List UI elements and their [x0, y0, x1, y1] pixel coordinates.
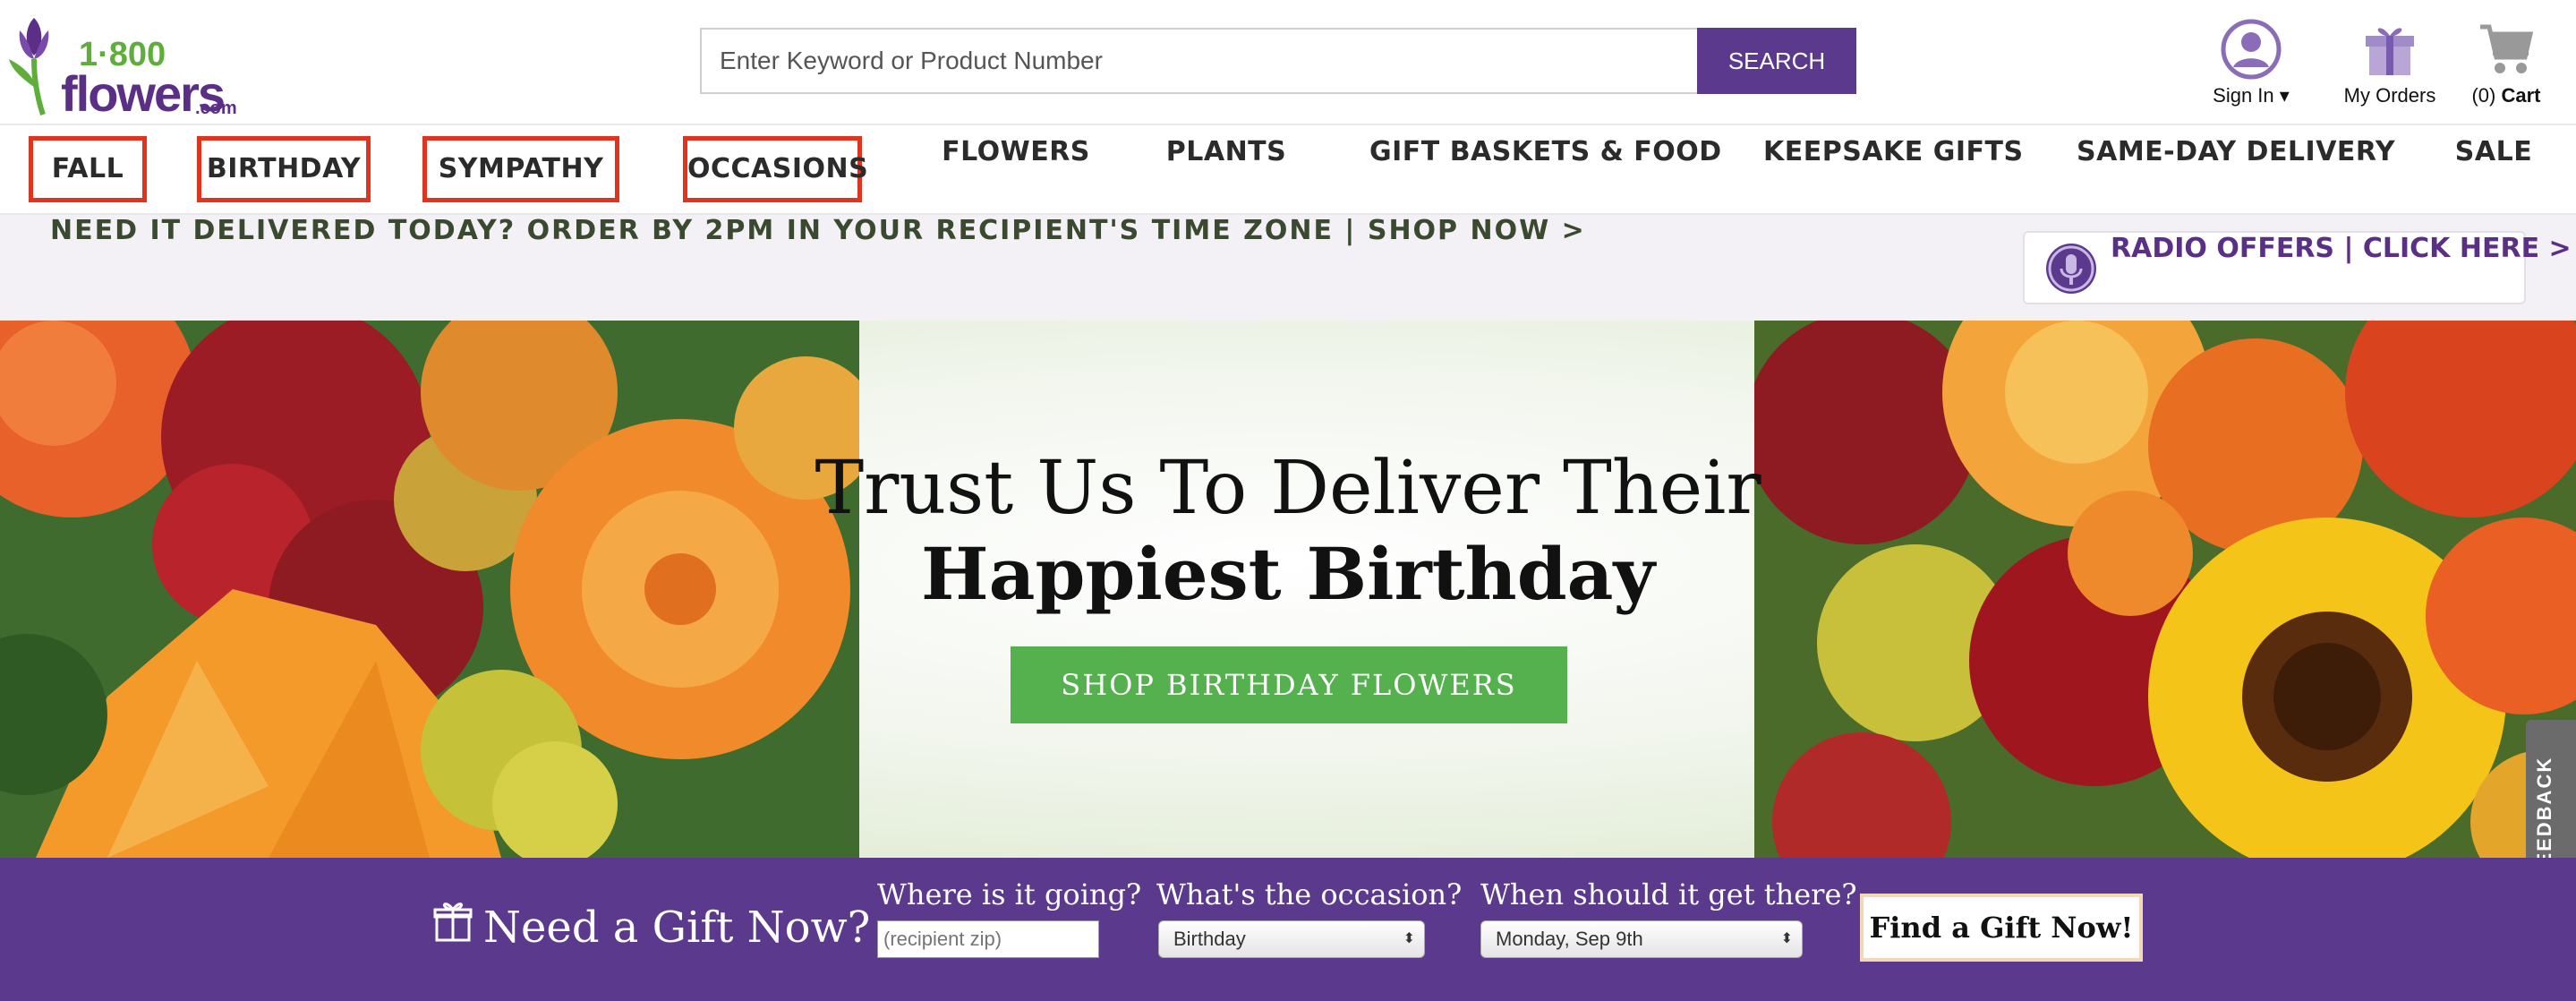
site-logo[interactable]: 1·800 flowers .com — [7, 9, 237, 122]
nav-item-plants[interactable]: PLANTS — [1164, 136, 1289, 202]
my-orders-label: My Orders — [2343, 84, 2436, 107]
logo-suffix: .com — [195, 98, 237, 118]
cart-link[interactable]: (0) Cart — [2461, 18, 2551, 107]
hero-headline: Trust Us To Deliver Their — [815, 446, 1761, 531]
hero-subheadline: Happiest Birthday — [921, 532, 1655, 616]
find-gift-button[interactable]: Find a Gift Now! — [1860, 894, 2143, 962]
user-account-icon — [2221, 19, 2282, 80]
zip-label: Where is it going? — [877, 877, 1142, 911]
select-arrows-icon: ⬍ — [1403, 931, 1415, 946]
promo-strip: NEED IT DELIVERED TODAY? ORDER BY 2PM IN… — [0, 215, 2576, 321]
search-bar: SEARCH — [700, 28, 1856, 94]
recipient-zip-input[interactable] — [877, 920, 1099, 958]
feedback-tab[interactable]: FEEDBACK ★ — [2526, 720, 2576, 858]
nav-item-fall[interactable]: FALL — [29, 136, 147, 202]
feedback-label: FEEDBACK — [2533, 756, 2555, 858]
sign-in-menu[interactable]: Sign In ▾ — [2202, 18, 2300, 107]
shopping-cart-icon — [2480, 24, 2534, 73]
shop-birthday-flowers-button[interactable]: SHOP BIRTHDAY FLOWERS — [1011, 646, 1567, 723]
nav-item-sale[interactable]: SALE — [2449, 136, 2538, 202]
gift-finder-title: Need a Gift Now? — [483, 903, 871, 953]
occasion-label: What's the occasion? — [1156, 877, 1463, 911]
site-header: 1·800 flowers .com SEARCH Sign In ▾ My O… — [0, 0, 2576, 124]
nav-item-sympathy[interactable]: SYMPATHY — [422, 136, 619, 202]
search-button[interactable]: SEARCH — [1697, 28, 1856, 94]
radio-offers-label: RADIO OFFERS | CLICK HERE > — [2111, 233, 2572, 264]
cart-label: Cart — [2501, 84, 2541, 107]
gift-icon — [433, 903, 473, 942]
delivery-date-select[interactable]: Monday, Sep 9th ⬍ — [1480, 920, 1803, 958]
select-arrows-icon: ⬍ — [1780, 931, 1793, 946]
nav-item-occasions[interactable]: OCCASIONS — [683, 136, 868, 202]
occasion-value: Birthday — [1173, 928, 1246, 950]
gift-finder-bar: Need a Gift Now? Where is it going? What… — [0, 858, 2576, 1001]
hero-banner: Trust Us To Deliver Their Happiest Birth… — [0, 321, 2576, 858]
search-input[interactable] — [700, 28, 1697, 94]
nav-item-keepsake-gifts[interactable]: KEEPSAKE GIFTS — [1763, 136, 2023, 202]
cart-count: (0) — [2471, 84, 2496, 107]
gift-box-icon — [2366, 28, 2414, 75]
nav-item-birthday[interactable]: BIRTHDAY — [197, 136, 371, 202]
radio-offers-button[interactable]: RADIO OFFERS | CLICK HERE > — [2023, 231, 2572, 304]
chevron-down-icon: ▾ — [2279, 84, 2290, 107]
delivery-date-value: Monday, Sep 9th — [1496, 928, 1643, 950]
delivery-date-label: When should it get there? — [1480, 877, 1857, 911]
main-nav: FALL BIRTHDAY SYMPATHY OCCASIONS FLOWERS… — [0, 124, 2576, 215]
microphone-icon — [2046, 244, 2096, 294]
occasion-select[interactable]: Birthday ⬍ — [1158, 920, 1425, 958]
sign-in-label: Sign In — [2213, 84, 2274, 107]
my-orders-link[interactable]: My Orders — [2336, 18, 2444, 107]
nav-item-same-day-delivery[interactable]: SAME-DAY DELIVERY — [2077, 136, 2395, 202]
nav-item-flowers[interactable]: FLOWERS — [931, 136, 1101, 202]
nav-item-gift-baskets-food[interactable]: GIFT BASKETS & FOOD — [1369, 136, 1721, 202]
same-day-promo-link[interactable]: NEED IT DELIVERED TODAY? ORDER BY 2PM IN… — [50, 215, 1586, 246]
